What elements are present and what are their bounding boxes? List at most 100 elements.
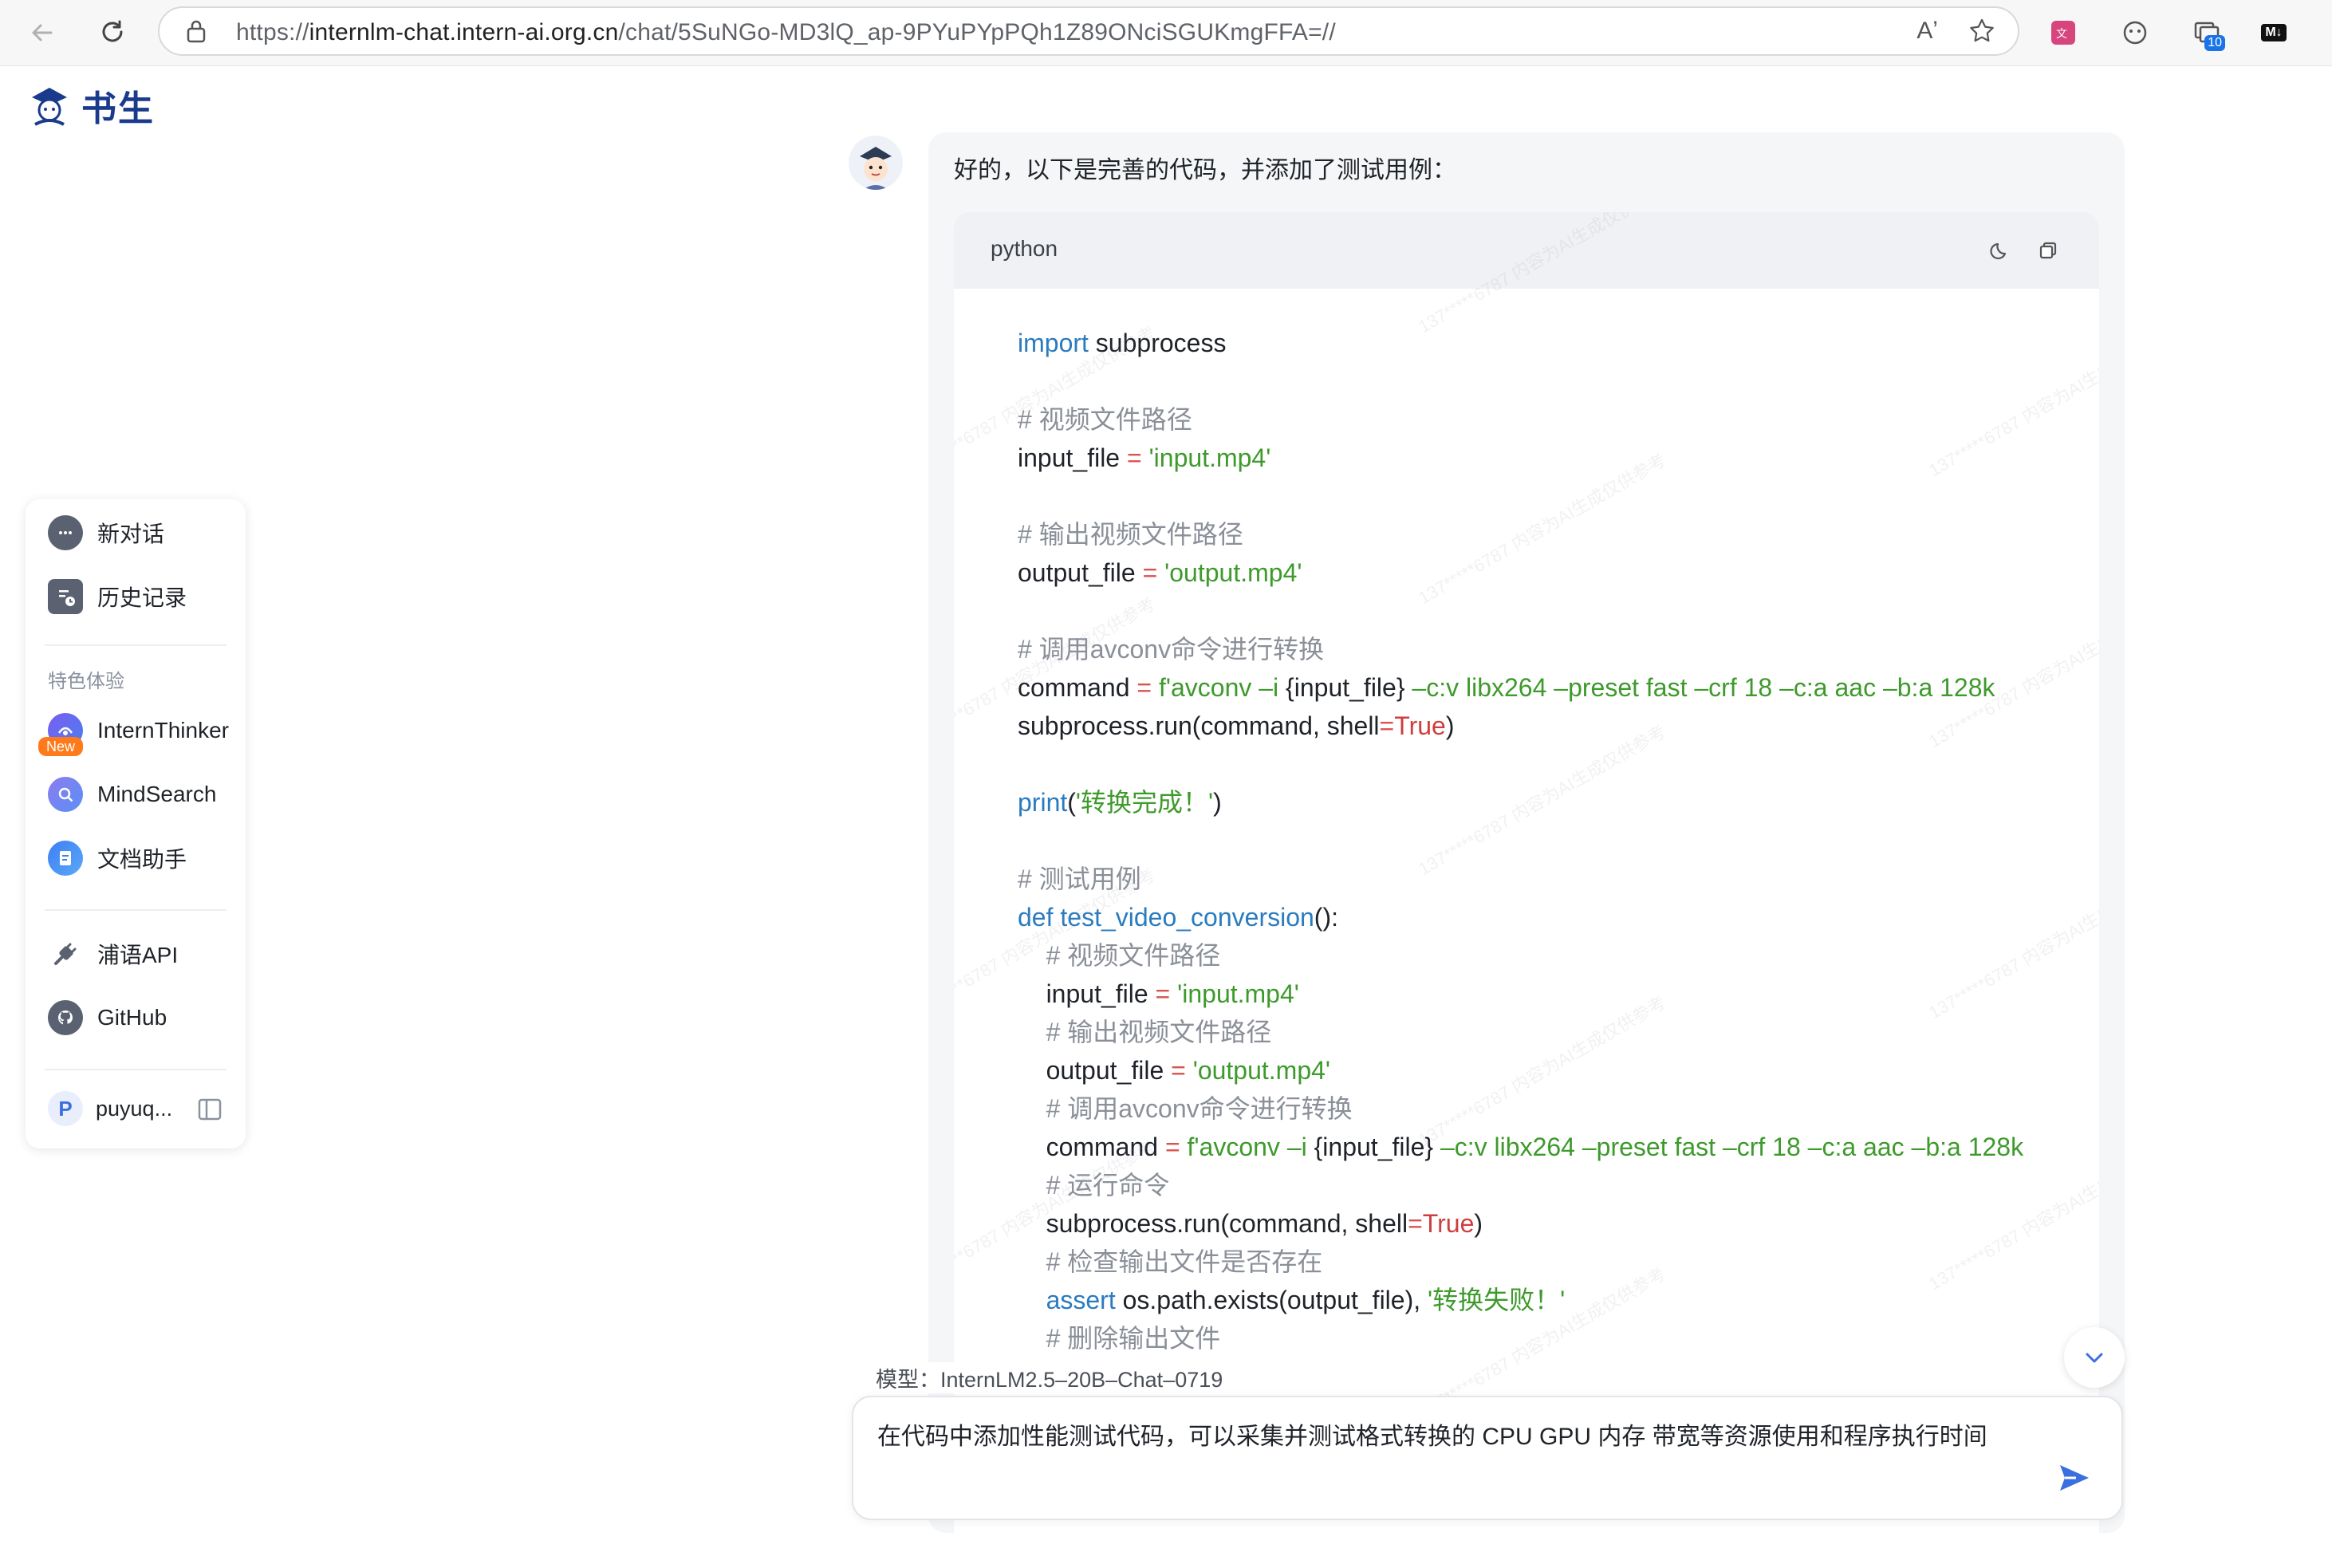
sidebar-item-github[interactable]: GitHub [48,1000,167,1035]
sidebar-toggle-icon[interactable] [196,1096,223,1127]
sidebar-item-label: 浦语API [97,943,179,967]
sidebar-item-label: GitHub [97,1005,167,1030]
message-intro-text: 好的，以下是完善的代码，并添加了测试用例： [954,157,1456,183]
chat-input-box[interactable]: 在代码中添加性能测试代码，可以采集并测试格式转换的 CPU GPU 内存 带宽等… [852,1396,2123,1520]
code-token: –c:v libx264 –preset fast –crf 18 –c:a a… [1404,673,1995,702]
code-line: # 输出视频文件路径 [1018,1013,2062,1051]
user-name: puyuq... [96,1096,173,1121]
scholar-logo-icon [32,88,67,126]
code-token: # 输出视频文件路径 [1018,520,1243,549]
copy-code-icon[interactable] [2034,236,2062,265]
favorite-star-icon[interactable] [1968,18,1995,49]
code-token: f'avconv –i [1180,1133,1314,1161]
chevron-down-icon [2086,1353,2103,1363]
code-token: # 调用avconv命令进行转换 [1018,635,1325,664]
tabs-extension-icon[interactable]: 10 [2188,14,2225,51]
code-token: {input_file} [1314,1133,1434,1161]
send-button[interactable] [2054,1458,2094,1498]
code-token: output_file [1018,1056,1172,1085]
svg-text:文: 文 [2056,28,2067,41]
sidebar-item-label: InternThinker [97,718,229,743]
sidebar-item-label: 新对话 [97,522,165,546]
code-line: # 检查输出文件是否存在 [1018,1243,2062,1281]
sidebar-item-mindsearch[interactable]: MindSearch [48,777,216,812]
code-line: def test_video_conversion(): [1018,898,2062,936]
internthinker-icon: New [38,713,84,756]
mindsearch-icon [48,777,83,812]
markdown-extension-icon[interactable]: M↓ [2255,14,2292,51]
back-icon[interactable] [24,14,61,51]
code-line: print('转换完成！') [1018,783,2062,821]
reload-icon[interactable] [94,14,131,51]
sidebar-item-new-chat[interactable]: 新对话 [48,515,164,550]
theme-toggle-moon-icon[interactable] [1986,236,2015,265]
sidebar-divider [45,644,227,646]
translate-extension-icon[interactable]: 文 [2045,14,2082,51]
code-token: # 调用avconv命令进行转换 [1018,1094,1353,1123]
scroll-to-bottom-button[interactable] [2064,1327,2125,1388]
sidebar-item-puyu-api[interactable]: 浦语API [48,936,178,971]
document-icon [48,841,83,876]
sidebar-item-history[interactable]: 历史记录 [48,579,187,614]
code-token: ) [1213,788,1222,817]
code-token: = [1408,1209,1423,1238]
code-token: subprocess.run(command, shell [1018,1209,1408,1238]
code-token: assert [1018,1286,1116,1314]
code-line: output_file = 'output.mp4' [1018,554,2062,592]
code-token: = [1171,1056,1186,1085]
lock-icon[interactable] [185,19,207,47]
code-token: –c:v libx264 –preset fast –crf 18 –c:a a… [1433,1133,2024,1161]
code-token: = [1155,979,1171,1008]
send-icon [2060,1465,2089,1491]
code-token: = [1126,443,1142,472]
code-token: {input_file} [1286,673,1405,702]
code-token: 'output.mp4' [1185,1056,1331,1085]
tabs-count-badge: 10 [2204,35,2225,51]
code-token: # 运行命令 [1018,1171,1170,1200]
user-profile[interactable]: P puyuq... [48,1091,172,1126]
code-line: output_file = 'output.mp4' [1018,1051,2062,1089]
code-line: # 视频文件路径 [1018,936,2062,975]
code-token: command [1018,1133,1165,1161]
code-token: test_video_conversion [1053,903,1314,932]
code-token: def [1018,903,1054,932]
code-token: (): [1314,903,1338,932]
code-line: # 调用avconv命令进行转换 [1018,1089,2062,1128]
read-aloud-icon[interactable]: Aʼ [1916,18,1938,45]
code-token: os.path.exists(output_file), [1115,1286,1428,1314]
code-block-header: python [954,212,2099,289]
code-token: output_file [1018,558,1143,587]
url-text: https://internlm-chat.intern-ai.org.cn/c… [236,19,1336,45]
model-label: 模型：InternLM2.5–20B–Chat–0719 [876,1362,1235,1393]
code-line: subprocess.run(command, shell=True) [1018,1204,2062,1243]
code-token: '转换失败！' [1428,1286,1566,1314]
code-line: # 输出视频文件路径 [1018,515,2062,554]
code-line: # 视频文件路径 [1018,400,2062,439]
code-token: 'output.mp4' [1157,558,1302,587]
code-token: ( [1067,788,1076,817]
sidebar-item-doc-assistant[interactable]: 文档助手 [48,841,187,876]
app-logo[interactable]: 书生 [26,80,155,131]
sidebar-item-label: 文档助手 [97,847,187,872]
code-token: True [1422,1209,1475,1238]
code-token: subprocess [1088,329,1227,357]
chat-input-field[interactable]: 在代码中添加性能测试代码，可以采集并测试格式转换的 CPU GPU 内存 带宽等… [877,1418,2026,1456]
code-line: input_file = 'input.mp4' [1018,439,2062,477]
sidebar-section-title: 特色体验 [48,671,124,692]
address-bar[interactable]: https://internlm-chat.intern-ai.org.cn/c… [158,6,2019,56]
sidebar-divider [45,909,227,911]
sidebar-item-internthinker[interactable]: New InternThinker [38,713,229,756]
sidebar: 新对话 历史记录 特色体验 New InternThinker MindSear… [26,499,246,1148]
code-token: = [1142,558,1158,587]
code-line: # 运行命令 [1018,1166,2062,1204]
code-token: # 视频文件路径 [1018,941,1221,970]
code-line: subprocess.run(command, shell=True) [1018,707,2062,745]
code-token: ) [1474,1209,1483,1238]
face-extension-icon[interactable] [2117,14,2153,51]
code-token: f'avconv –i [1152,673,1286,702]
